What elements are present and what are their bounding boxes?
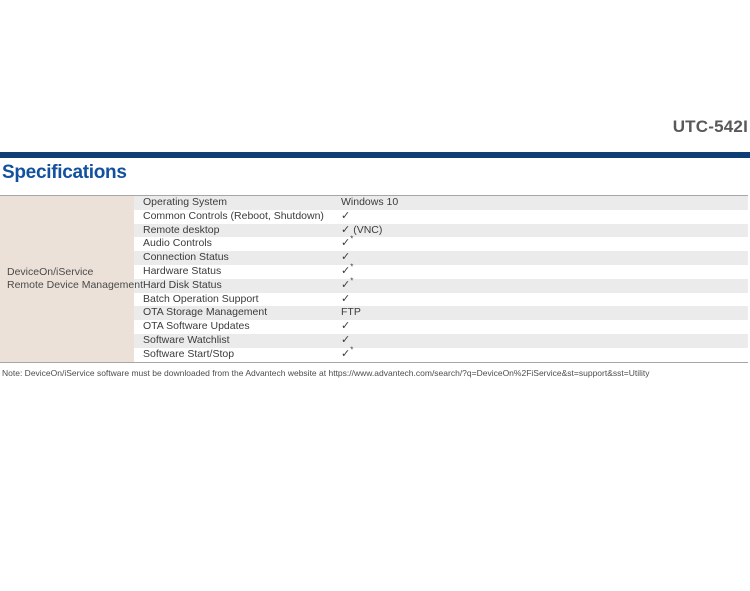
asterisk-footnote-marker: *: [350, 262, 354, 272]
asterisk-footnote-marker: *: [350, 345, 354, 355]
feature-name-cell: Hard Disk Status: [134, 278, 338, 293]
feature-value-text: FTP: [341, 306, 361, 319]
feature-name-cell: Audio Controls: [134, 237, 338, 252]
feature-name-cell: Batch Operation Support: [134, 292, 338, 307]
table-row: DeviceOn/iService Remote Device Managemen…: [0, 195, 748, 363]
page-title: UTC-542I: [672, 117, 748, 136]
page-header: UTC-542I: [0, 0, 750, 152]
table-footnote: Note: DeviceOn/iService software must be…: [2, 368, 650, 378]
specifications-table-container: DeviceOn/iService Remote Device Managemen…: [0, 195, 748, 363]
checkmark-icon: ✓: [341, 251, 351, 264]
row-group-label-line2: Remote Device Management: [7, 278, 143, 291]
feature-name-cell: Hardware Status: [134, 264, 338, 279]
feature-value-cell: FTP: [338, 306, 748, 321]
checkmark-icon: ✓: [341, 209, 351, 222]
feature-name-cell: Remote desktop: [134, 223, 338, 238]
header-divider-rule: [0, 152, 750, 158]
checkmark-icon: ✓: [341, 264, 351, 277]
feature-value-cell: ✓*: [338, 276, 748, 293]
checkmark-icon: ✓: [341, 347, 351, 360]
checkmark-icon: ✓: [341, 237, 351, 250]
section-heading-specifications: Specifications: [2, 162, 127, 183]
feature-value-cell: ✓: [338, 320, 748, 334]
feature-value-cell: ✓: [338, 333, 748, 348]
feature-value-cell: Windows 10: [338, 195, 748, 210]
row-group-label-line1: DeviceOn/iService: [7, 265, 94, 278]
feature-name-cell: OTA Storage Management: [134, 306, 338, 321]
feature-value-suffix: (VNC): [353, 223, 383, 236]
feature-value-cell: ✓ (VNC): [338, 223, 748, 238]
checkmark-icon: ✓: [341, 292, 351, 305]
checkmark-icon: ✓: [341, 320, 351, 333]
feature-value-cell: ✓*: [338, 234, 748, 252]
feature-name-cell: Software Watchlist: [134, 333, 338, 348]
feature-name-cell: Operating System: [134, 195, 338, 210]
checkmark-icon: ✓: [341, 333, 351, 346]
feature-value-cell: ✓*: [338, 345, 748, 363]
specifications-table-body: DeviceOn/iService Remote Device Managemen…: [0, 195, 748, 363]
feature-name-cell: Software Start/Stop: [134, 347, 338, 363]
row-group-label: DeviceOn/iService Remote Device Managemen…: [0, 195, 143, 363]
feature-name-cell: Connection Status: [134, 251, 338, 265]
specifications-table: DeviceOn/iService Remote Device Managemen…: [0, 195, 748, 363]
feature-value-cell: ✓: [338, 209, 748, 224]
feature-value-cell: ✓*: [338, 262, 748, 279]
feature-value-cell: ✓: [338, 292, 748, 307]
feature-name-cell: Common Controls (Reboot, Shutdown): [134, 209, 338, 224]
feature-value-cell: ✓: [338, 251, 748, 265]
asterisk-footnote-marker: *: [350, 234, 354, 244]
checkmark-icon: ✓: [341, 223, 351, 236]
asterisk-footnote-marker: *: [350, 276, 354, 286]
checkmark-icon: ✓: [341, 278, 351, 291]
feature-name-cell: OTA Software Updates: [134, 320, 338, 334]
feature-value-text: Windows 10: [341, 196, 399, 208]
